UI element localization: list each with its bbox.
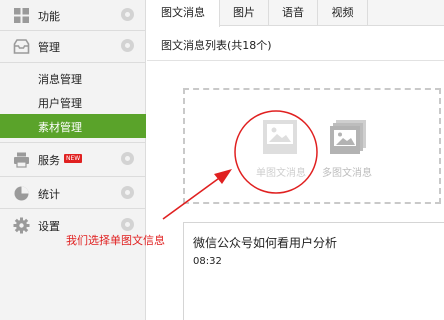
new-badge: NEW [64,154,83,163]
sidebar-item-label: 素材管理 [38,121,82,134]
tab-news[interactable]: 图文消息 [147,0,220,27]
sidebar: 功能 管理 消息管理 用户管理 素材管理 服务 NEW 统计 设置 [0,0,146,320]
nav-stats[interactable]: 统计 [0,178,146,209]
inbox-icon [13,38,30,55]
printer-icon [13,151,30,168]
main-panel: 图文消息 图片 语音 视频 图文消息列表(共18个) 单图文消息 多图文消息 微… [147,0,444,320]
expand-icon[interactable] [121,218,134,231]
divider [0,142,146,143]
divider [0,62,146,63]
nav-function[interactable]: 功能 [0,0,146,31]
nav-manage-label: 管理 [38,41,60,54]
single-news-button[interactable]: 单图文消息 [251,116,311,179]
pie-chart-icon [13,185,30,202]
grid-icon [13,7,30,24]
nav-service-label: 服务 [38,154,60,167]
expand-icon[interactable] [121,186,134,199]
sidebar-item-label: 用户管理 [38,97,82,110]
image-icon [262,119,298,158]
expand-icon[interactable] [121,8,134,21]
single-news-label: 单图文消息 [256,168,306,179]
nav-service[interactable]: 服务 NEW [0,144,146,175]
news-item-title: 微信公众号如何看用户分析 [193,236,338,250]
tab-image[interactable]: 图片 [220,0,269,26]
sidebar-item-material-manage[interactable]: 素材管理 [0,114,146,138]
news-item-card[interactable]: 微信公众号如何看用户分析 08:32 [183,222,444,320]
nav-settings-label: 设置 [38,220,60,233]
collapse-icon[interactable] [121,39,134,52]
sidebar-item-message-manage[interactable]: 消息管理 [0,66,146,90]
multi-news-button[interactable]: 多图文消息 [317,116,377,179]
expand-icon[interactable] [121,152,134,165]
tab-voice[interactable]: 语音 [269,0,318,26]
multi-news-label: 多图文消息 [322,168,372,179]
divider [147,60,444,61]
annotation-text: 我们选择单图文信息 [66,234,165,247]
sidebar-item-user-manage[interactable]: 用户管理 [0,90,146,114]
gear-icon [13,217,30,234]
nav-stats-label: 统计 [38,188,60,201]
nav-function-label: 功能 [38,10,60,23]
nav-manage[interactable]: 管理 [0,31,146,62]
news-item-time: 08:32 [193,256,222,267]
divider [0,208,146,209]
create-area [183,88,441,204]
sidebar-item-label: 消息管理 [38,73,82,86]
stacked-images-icon [329,119,367,158]
divider [0,176,146,177]
tab-bar: 图文消息 图片 语音 视频 [147,0,444,27]
list-title: 图文消息列表(共18个) [161,39,272,52]
tab-video[interactable]: 视频 [318,0,368,26]
